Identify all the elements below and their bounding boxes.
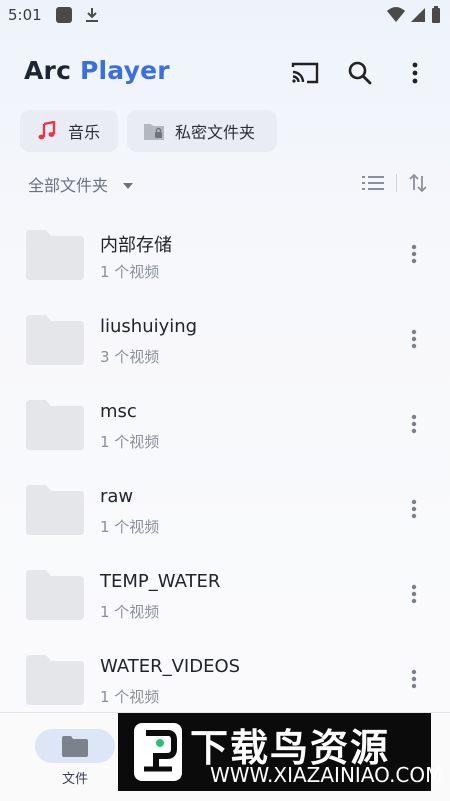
folder-more-button[interactable] [402,412,426,436]
folder-icon [26,313,84,369]
search-button[interactable] [345,58,375,88]
folder-row[interactable]: msc 1 个视频 [0,382,450,467]
folder-video-count: 1 个视频 [100,688,160,706]
folder-video-count: 1 个视频 [100,433,160,451]
folder-more-button[interactable] [402,327,426,351]
folder-icon [26,398,84,454]
logo-part2: Player [80,56,170,85]
folder-name: msc [100,401,137,422]
sort-icon [409,173,427,193]
folder-name: TEMP_WATER [100,571,221,592]
watermark-banner: 下载鸟资源 WWW.XIAZAINIAO.COM [118,713,442,791]
more-vert-icon [411,499,417,519]
cast-button[interactable] [290,58,320,88]
battery-icon [431,6,441,28]
folder-filter-dropdown[interactable]: 全部文件夹 [28,172,108,196]
more-vert-icon [411,414,417,434]
folder-video-count: 1 个视频 [100,518,160,536]
cast-icon [291,62,319,84]
sort-button[interactable] [405,170,431,196]
locked-folder-icon [143,120,165,142]
chip-private-folder[interactable]: 私密文件夹 [127,110,277,152]
wifi-icon [386,6,406,28]
search-icon [348,61,372,85]
folder-video-count: 1 个视频 [100,263,160,281]
chip-music[interactable]: 音乐 [20,110,118,152]
download-icon [83,6,101,28]
app-logo: Arc Player [24,56,170,85]
folder-row[interactable]: liushuiying 3 个视频 [0,297,450,382]
divider [396,174,397,192]
more-vert-icon [412,62,418,84]
folder-more-button[interactable] [402,242,426,266]
list-view-button[interactable] [360,170,386,196]
more-vert-icon [411,584,417,604]
folder-name: liushuiying [100,316,198,337]
logo-part1: Arc [24,56,72,85]
list-icon [362,176,384,190]
chip-music-label: 音乐 [68,123,101,142]
status-time: 5:01 [8,6,42,24]
folder-icon [26,228,84,284]
folder-icon [26,483,84,539]
status-bar: 5:01 [0,0,450,32]
folder-more-button[interactable] [402,582,426,606]
watermark-url: WWW.XIAZAINIAO.COM [210,763,443,787]
folder-row[interactable]: 内部存储 1 个视频 [0,212,450,297]
chip-private-label: 私密文件夹 [175,123,256,142]
notification-app-icon [55,6,73,28]
folder-name: raw [100,486,134,507]
app-header: Arc Player [0,48,450,98]
folder-icon [26,568,84,624]
more-vert-icon [411,244,417,264]
folder-icon [26,653,84,709]
nav-files-label: 文件 [61,772,88,787]
more-vert-icon [411,329,417,349]
folder-row[interactable]: WATER_VIDEOS 1 个视频 [0,637,450,722]
bird-logo-icon [134,723,182,785]
folder-row[interactable]: raw 1 个视频 [0,467,450,552]
folder-more-button[interactable] [402,667,426,691]
folder-icon [62,736,88,757]
caret-down-icon[interactable] [122,176,134,195]
folder-name: 内部存储 [100,235,172,256]
folder-video-count: 1 个视频 [100,603,160,621]
folder-name: WATER_VIDEOS [100,656,241,677]
filter-row: 全部文件夹 [0,168,450,198]
music-note-icon [36,120,58,142]
folder-video-count: 3 个视频 [100,348,160,366]
nav-files-tab[interactable] [35,729,115,763]
signal-icon [410,6,426,28]
folder-more-button[interactable] [402,497,426,521]
more-vert-icon [411,669,417,689]
folder-row[interactable]: TEMP_WATER 1 个视频 [0,552,450,637]
overflow-menu-button[interactable] [400,58,430,88]
